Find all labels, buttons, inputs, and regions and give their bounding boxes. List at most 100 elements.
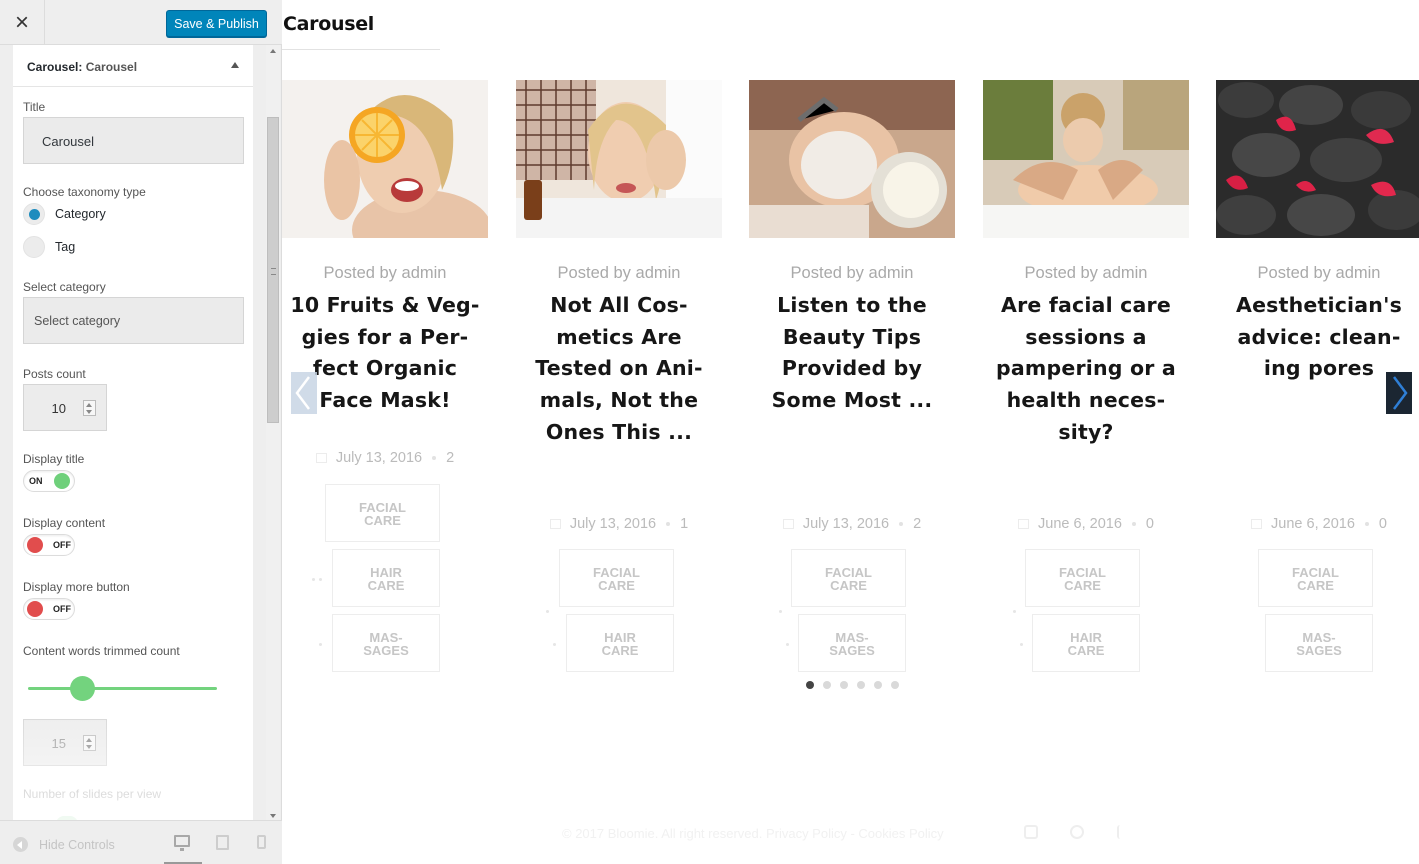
post-meta: July 13, 2016 2 <box>282 450 488 466</box>
post-date: June 6, 2016 <box>1038 516 1122 532</box>
post-date: July 13, 2016 <box>335 450 423 466</box>
comment-count: 2 <box>446 450 455 466</box>
posts-count-label: Posts count <box>23 367 86 381</box>
post-title[interactable]: Not All Cos- metics Are Tested on Ani- m… <box>504 290 734 449</box>
widget-panel-heading[interactable]: Carousel: Carousel <box>13 45 253 87</box>
carousel-prev-button[interactable] <box>291 372 317 414</box>
tag-badge[interactable]: MAS- SAGES <box>1265 614 1373 672</box>
post-title[interactable]: Are facial care sessions a pampering or … <box>971 290 1201 449</box>
post-thumbnail[interactable] <box>1216 80 1419 238</box>
tag-badge[interactable]: FACIAL CARE <box>325 484 440 542</box>
posts-count-stepper[interactable]: 10 <box>23 384 107 431</box>
separator-dot <box>899 522 904 527</box>
comment-count: 0 <box>1145 516 1154 532</box>
radio-button[interactable] <box>23 236 45 258</box>
customizer-footer: Hide Controls <box>0 820 282 864</box>
posts-count-value: 10 <box>51 401 66 416</box>
post-meta: July 13, 2016 1 <box>516 516 722 532</box>
post-date: June 6, 2016 <box>1271 516 1355 532</box>
widget-title: Carousel <box>283 13 375 35</box>
post-thumbnail[interactable] <box>282 80 488 238</box>
display-title-toggle[interactable]: ON <box>23 470 75 492</box>
site-preview: Carousel Posted by admin 10 Fruits & Veg… <box>282 0 1419 864</box>
slider-handle[interactable] <box>70 676 96 701</box>
trim-count-stepper[interactable]: 15 <box>23 719 107 766</box>
scroll-up-arrow-icon[interactable] <box>270 49 276 53</box>
spinner-arrows-icon[interactable] <box>83 735 96 751</box>
category-select[interactable]: Select category <box>23 297 244 344</box>
display-more-toggle[interactable]: OFF <box>23 598 75 620</box>
separator-dot <box>1131 522 1136 527</box>
tag-badge[interactable]: FACIAL CARE <box>791 549 906 607</box>
mobile-icon[interactable] <box>257 835 266 849</box>
slides-per-view-label: Number of slides per view <box>23 787 162 801</box>
pinterest-icon[interactable] <box>1070 825 1084 839</box>
post-author: Posted by admin <box>790 264 914 282</box>
scrollbar-thumb[interactable] <box>267 117 279 423</box>
tag-badge[interactable]: MAS- SAGES <box>332 614 440 672</box>
widget-type-label: Carousel: <box>27 60 83 74</box>
pagination-dot[interactable] <box>857 681 865 689</box>
display-content-toggle[interactable]: OFF <box>23 534 75 556</box>
tag-separator-dot <box>553 643 556 646</box>
facebook-icon[interactable] <box>1117 825 1123 839</box>
tag-badge[interactable]: FACIAL CARE <box>1025 549 1140 607</box>
toggle-knob <box>27 601 43 617</box>
site-footer-text: © 2017 Bloomie. All right reserved. Priv… <box>562 826 944 841</box>
radio-tag-label: Tag <box>55 240 76 254</box>
desktop-icon[interactable] <box>174 835 190 851</box>
radio-category-label: Category <box>55 207 106 221</box>
collapse-caret-icon[interactable] <box>231 62 239 68</box>
post-author: Posted by admin <box>1257 264 1381 282</box>
comment-count: 0 <box>1378 516 1387 532</box>
carousel-next-button[interactable] <box>1386 372 1412 414</box>
separator-dot <box>666 522 671 527</box>
post-thumbnail[interactable] <box>983 80 1189 238</box>
toggle-state-label: OFF <box>53 604 71 614</box>
instagram-icon[interactable] <box>1024 825 1038 839</box>
tag-separator-dot <box>1020 643 1023 646</box>
radio-category[interactable]: Category <box>23 202 106 226</box>
tag-badge[interactable]: FACIAL CARE <box>559 549 674 607</box>
pagination-dot[interactable] <box>840 681 848 689</box>
trim-count-slider[interactable] <box>28 687 217 690</box>
tag-badge[interactable]: HAIR CARE <box>332 549 440 607</box>
comment-count: 1 <box>680 516 689 532</box>
tag-badge[interactable]: HAIR CARE <box>1032 614 1140 672</box>
post-thumbnail[interactable] <box>749 80 955 238</box>
post-title[interactable]: Listen to the Beauty Tips Provided by So… <box>737 290 967 417</box>
widget-panel: Carousel: Carousel Title Carousel Choose… <box>13 45 253 820</box>
pagination-dot[interactable] <box>823 681 831 689</box>
display-content-label: Display content <box>23 516 106 530</box>
tag-separator-dot <box>786 643 789 646</box>
scroll-down-arrow-icon[interactable] <box>270 814 276 818</box>
post-author: Posted by admin <box>323 264 447 282</box>
tag-badge[interactable]: FACIAL CARE <box>1258 549 1373 607</box>
post-author: Posted by admin <box>1024 264 1148 282</box>
tablet-icon[interactable] <box>216 835 229 850</box>
toggle-knob <box>54 473 70 489</box>
tag-badge[interactable]: HAIR CARE <box>566 614 674 672</box>
close-icon: × <box>14 8 29 36</box>
pagination-dot[interactable] <box>891 681 899 689</box>
chevron-left-icon <box>295 376 310 410</box>
separator-dot <box>432 456 437 461</box>
title-label: Title <box>23 100 46 114</box>
tag-badge[interactable]: MAS- SAGES <box>798 614 906 672</box>
carousel-pagination <box>806 681 899 689</box>
pagination-dot[interactable] <box>874 681 882 689</box>
chevron-right-icon <box>1393 376 1408 410</box>
panel-scrollbar[interactable] <box>266 45 280 820</box>
post-thumbnail[interactable] <box>516 80 722 238</box>
close-customizer-button[interactable]: × <box>0 0 45 45</box>
title-input[interactable]: Carousel <box>23 117 244 164</box>
pagination-dot[interactable] <box>806 681 814 689</box>
comment-count: 2 <box>913 516 922 532</box>
radio-tag[interactable]: Tag <box>23 235 75 259</box>
tag-separator-dot <box>779 610 782 613</box>
spinner-arrows-icon[interactable] <box>83 400 96 416</box>
save-publish-button[interactable]: Save & Publish <box>166 10 267 37</box>
post-title[interactable]: Aesthetician's advice: clean- ing pores <box>1204 290 1419 385</box>
hide-controls-button[interactable]: Hide Controls <box>13 837 115 852</box>
radio-button-checked[interactable] <box>23 203 45 225</box>
